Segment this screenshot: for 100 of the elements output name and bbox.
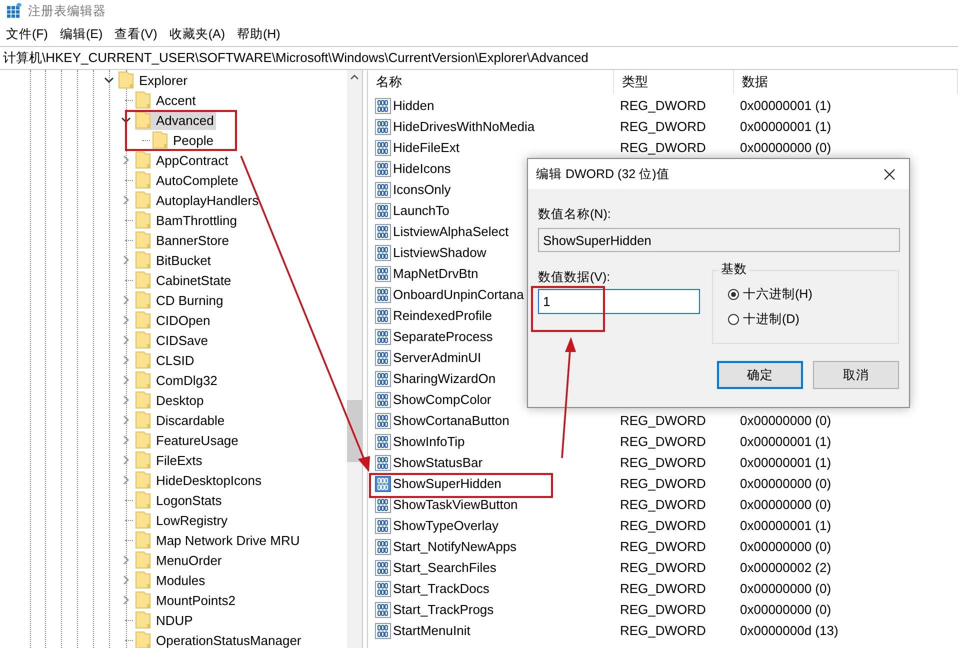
address-bar[interactable]: 计算机\HKEY_CURRENT_USER\SOFTWARE\Microsoft\Windows\CurrentVersion\Explorer\Advanced xyxy=(0,46,958,70)
folder-icon xyxy=(152,131,168,149)
menu-item[interactable]: 帮助(H) xyxy=(230,26,286,42)
folder-icon xyxy=(135,211,151,229)
tree-item[interactable]: LogonStats xyxy=(135,490,224,510)
table-cell-text: REG_DWORD xyxy=(619,497,707,512)
value-icon xyxy=(375,140,391,156)
tree-item[interactable]: Map Network Drive MRU xyxy=(135,530,302,550)
value-icon xyxy=(375,412,391,428)
value-icon xyxy=(375,350,391,366)
column-header[interactable]: 名称 xyxy=(368,70,614,94)
folder-icon xyxy=(135,471,151,489)
table-cell-text: 0x00000000 (0) xyxy=(739,581,832,596)
tree-item[interactable]: Modules xyxy=(135,570,208,590)
table-cell-text: 0x00000001 (1) xyxy=(739,434,832,449)
value-name[interactable]: ShowSuperHidden xyxy=(368,476,614,492)
value-name[interactable]: ShowCortanaButton xyxy=(368,412,614,428)
cancel-button[interactable]: 取消 xyxy=(813,361,899,389)
tree-item[interactable]: CLSID xyxy=(135,350,196,370)
value-icon xyxy=(375,602,391,618)
tree-item[interactable]: Accent xyxy=(135,90,198,110)
value-name[interactable]: SharingWizardOn xyxy=(368,370,614,386)
value-name[interactable]: ShowTaskViewButton xyxy=(368,496,614,512)
tree-item[interactable]: MenuOrder xyxy=(135,550,224,570)
tree-item[interactable]: Advanced xyxy=(135,110,216,130)
tree-item[interactable]: HideDesktopIcons xyxy=(135,470,264,490)
tree-item[interactable]: Explorer xyxy=(118,70,190,90)
value-icon xyxy=(375,454,391,470)
scroll-thumb[interactable] xyxy=(347,400,362,462)
folder-icon xyxy=(135,591,151,609)
column-header[interactable]: 类型 xyxy=(614,70,734,94)
folder-icon xyxy=(135,371,151,389)
table-cell-text: REG_DWORD xyxy=(619,434,707,449)
tree-item[interactable]: AppContract xyxy=(135,150,230,170)
tree-item[interactable]: BitBucket xyxy=(135,250,213,270)
column-header[interactable]: 数据 xyxy=(734,70,958,94)
ok-button[interactable]: 确定 xyxy=(717,361,803,389)
value-name[interactable]: ShowTypeOverlay xyxy=(368,518,614,534)
field-label: 数值名称(N): xyxy=(538,206,612,222)
radio-button[interactable] xyxy=(728,314,739,325)
tree-item[interactable]: BamThrottling xyxy=(135,210,239,230)
value-name[interactable]: Start_TrackDocs xyxy=(368,580,614,596)
table-cell-text: 0x00000000 (0) xyxy=(739,476,832,491)
tree-item[interactable]: AutoComplete xyxy=(135,170,240,190)
value-name[interactable]: Start_TrackProgs xyxy=(368,602,614,618)
folder-icon xyxy=(135,451,151,469)
table-cell-text: 0x00000001 (1) xyxy=(739,455,832,470)
value-name[interactable]: ServerAdminUI xyxy=(368,350,614,366)
value-name[interactable]: Start_SearchFiles xyxy=(368,560,614,576)
tree-item[interactable]: CIDSave xyxy=(135,330,210,350)
value-name[interactable]: HideFileExt xyxy=(368,140,614,156)
table-cell-text: REG_DWORD xyxy=(619,539,707,554)
tree-item[interactable]: NDUP xyxy=(135,610,195,630)
menu-item[interactable]: 编辑(E) xyxy=(54,26,109,42)
value-name[interactable]: Hidden xyxy=(368,98,614,114)
tree-item[interactable]: CD Burning xyxy=(135,290,226,310)
value-name[interactable]: IconsOnly xyxy=(368,182,614,198)
value-name[interactable]: HideDrivesWithNoMedia xyxy=(368,118,614,134)
value-icon xyxy=(375,224,391,240)
value-icon xyxy=(375,538,391,554)
tree-item[interactable]: CIDOpen xyxy=(135,310,212,330)
tree-item[interactable]: CabinetState xyxy=(135,270,234,290)
radio-button[interactable] xyxy=(728,289,739,300)
value-name[interactable]: SeparateProcess xyxy=(368,328,614,344)
tree-item[interactable]: MountPoints2 xyxy=(135,590,238,610)
radio-label[interactable]: 十六进制(H) xyxy=(743,286,812,303)
scrollbar[interactable] xyxy=(347,70,362,648)
table-cell-text: REG_DWORD xyxy=(619,140,707,155)
table-cell-text: REG_DWORD xyxy=(619,602,707,617)
tree-item[interactable]: FeatureUsage xyxy=(135,430,240,450)
folder-icon xyxy=(135,571,151,589)
value-data-field[interactable]: 1 xyxy=(538,289,700,314)
tree-item[interactable]: OperationStatusManager xyxy=(135,630,304,648)
radio-label[interactable]: 十进制(D) xyxy=(743,311,800,328)
value-name[interactable]: StartMenuInit xyxy=(368,622,614,638)
value-name[interactable]: ShowCompColor xyxy=(368,392,614,408)
tree-item[interactable]: LowRegistry xyxy=(135,510,230,530)
tree-item[interactable]: BannerStore xyxy=(135,230,231,250)
tree-item[interactable]: FileExts xyxy=(135,450,204,470)
value-icon xyxy=(375,434,391,450)
value-name[interactable]: ShowInfoTip xyxy=(368,434,614,450)
value-name-field[interactable]: ShowSuperHidden xyxy=(538,228,900,252)
scroll-up-icon[interactable] xyxy=(350,74,359,80)
tree-item[interactable]: AutoplayHandlers xyxy=(135,190,261,210)
menu-item[interactable]: 收藏夹(A) xyxy=(163,26,231,42)
table-cell-text: REG_DWORD xyxy=(619,476,707,491)
window-title: 注册表编辑器 xyxy=(28,2,106,20)
value-name[interactable]: ShowStatusBar xyxy=(368,454,614,470)
close-icon[interactable] xyxy=(884,168,894,180)
value-name[interactable]: Start_NotifyNewApps xyxy=(368,538,614,554)
value-icon xyxy=(375,622,391,638)
tree-item[interactable]: ComDlg32 xyxy=(135,370,220,390)
tree-item[interactable]: People xyxy=(152,130,216,150)
folder-icon xyxy=(135,231,151,249)
menu-item[interactable]: 查看(V) xyxy=(108,26,164,42)
tree-item[interactable]: Desktop xyxy=(135,390,206,410)
tree-item[interactable]: Discardable xyxy=(135,410,227,430)
folder-icon xyxy=(135,611,151,629)
menu-item[interactable]: 文件(F) xyxy=(0,26,54,42)
value-icon xyxy=(375,496,391,512)
